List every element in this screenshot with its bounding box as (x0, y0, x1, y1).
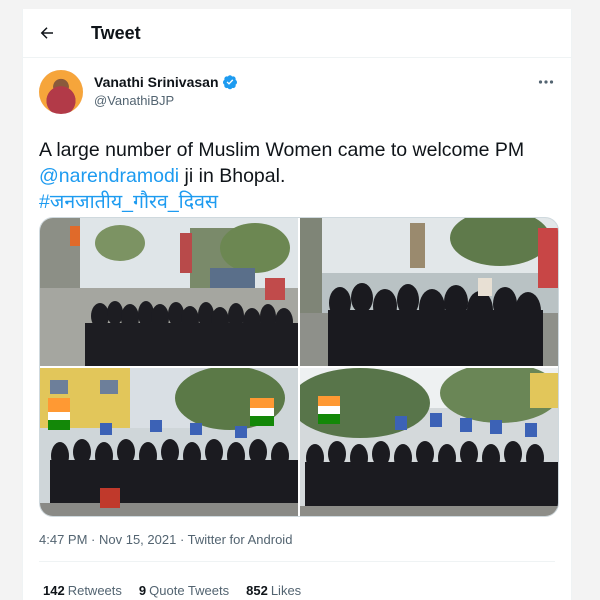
tweet-stats: 142 Retweets 9 Quote Tweets 852 Likes (43, 583, 301, 598)
page-title: Tweet (91, 22, 141, 43)
tweet-text: A large number of Muslim Women came to w… (39, 137, 549, 215)
photo-3[interactable] (40, 368, 298, 516)
tweet-time[interactable]: 4:47 PM (39, 532, 87, 547)
quote-tweets-count: 9 (138, 583, 147, 598)
tweet-source[interactable]: Twitter for Android (188, 532, 293, 547)
more-dots-icon (538, 80, 554, 84)
author-name-block: Vanathi Srinivasan @VanathiBJP (94, 73, 238, 110)
meta-separator: · (176, 532, 188, 547)
media-grid (39, 217, 559, 517)
likes-stat[interactable]: 852 Likes (246, 583, 301, 598)
quote-tweets-label: Quote Tweets (149, 583, 230, 598)
photo-4[interactable] (300, 368, 558, 516)
photo-2[interactable] (300, 218, 558, 366)
author-name[interactable]: Vanathi Srinivasan (94, 73, 219, 91)
hashtag-link[interactable]: #जनजातीय_गौरव_दिवस (39, 191, 218, 213)
back-button[interactable] (37, 23, 57, 43)
more-button[interactable] (533, 73, 559, 91)
tweet-author: Vanathi Srinivasan @VanathiBJP (39, 69, 559, 117)
tweet-page: Tweet Vanathi Srinivasan @VanathiBJP A l… (22, 9, 572, 600)
mention-link[interactable]: @narendramodi (39, 165, 179, 187)
retweets-stat[interactable]: 142 Retweets (43, 583, 122, 598)
divider (39, 561, 555, 562)
retweets-label: Retweets (67, 583, 122, 598)
verified-badge-icon (222, 75, 237, 90)
avatar[interactable] (39, 70, 83, 114)
likes-label: Likes (270, 583, 302, 598)
arrow-left-icon (40, 27, 53, 39)
page-header: Tweet (23, 9, 571, 58)
tweet-text-part: A large number of Muslim Women came to w… (39, 139, 525, 161)
tweet-meta: 4:47 PM · Nov 15, 2021 · Twitter for And… (39, 532, 292, 547)
photo-1[interactable] (40, 218, 298, 366)
retweets-count: 142 (43, 583, 65, 598)
tweet-date[interactable]: Nov 15, 2021 (99, 532, 176, 547)
quote-tweets-stat[interactable]: 9 Quote Tweets (139, 583, 229, 598)
meta-separator: · (87, 532, 99, 547)
likes-count: 852 (246, 583, 268, 598)
tweet-text-part: ji in Bhopal. (179, 165, 286, 187)
author-handle[interactable]: @VanathiBJP (94, 92, 238, 110)
